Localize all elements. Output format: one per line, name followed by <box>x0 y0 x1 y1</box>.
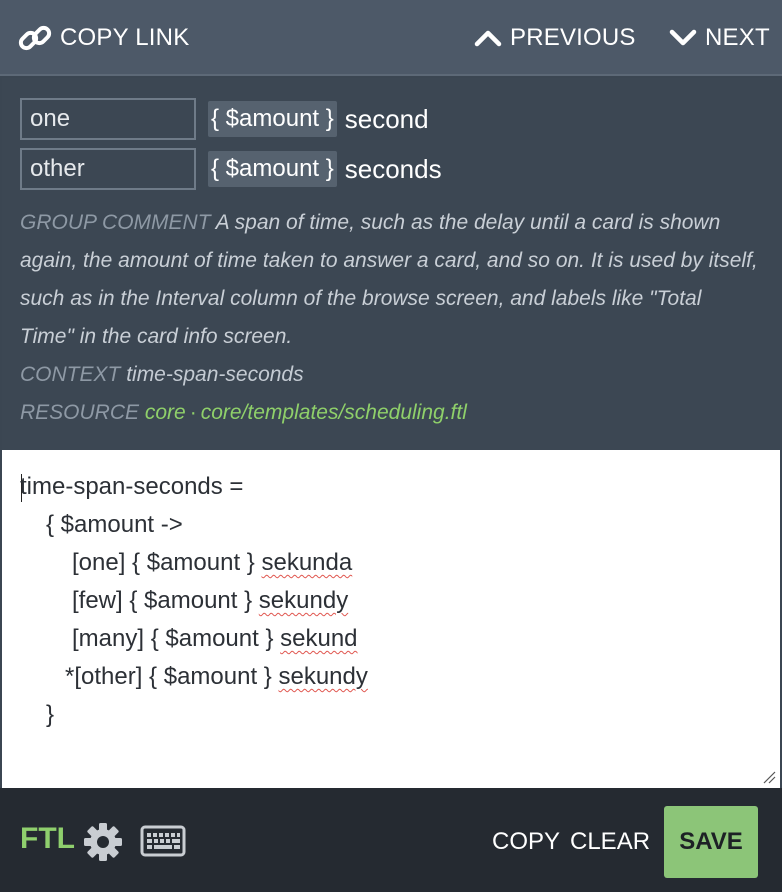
copy-link-label: COPY LINK <box>60 24 190 51</box>
code-text: } <box>46 701 55 728</box>
misspelled-word: sekund <box>280 625 358 652</box>
copy-button[interactable]: COPY <box>492 828 560 856</box>
editor-line: [many] { $amount } sekund <box>72 620 358 658</box>
plural-variant-other: other { $amount } seconds <box>20 148 442 190</box>
chevron-down-icon <box>669 28 697 48</box>
code-text: [few] { $amount } <box>72 587 259 614</box>
next-button[interactable]: NEXT <box>669 0 770 76</box>
context-row: CONTEXT time-span-seconds <box>20 356 760 394</box>
resize-grip-icon[interactable] <box>762 770 776 784</box>
save-button[interactable]: SAVE <box>664 806 758 878</box>
resource-separator: · <box>189 401 197 424</box>
context-key: CONTEXT <box>20 363 121 386</box>
resource-path-link[interactable]: core/templates/scheduling.ftl <box>201 401 467 424</box>
editor-line: time-span-seconds = <box>20 468 243 506</box>
code-text: { $amount -> <box>46 511 183 538</box>
resource-row: RESOURCE core · core/templates/scheduling.… <box>20 394 760 432</box>
translation-editor[interactable]: time-span-seconds = { $amount -> [one] {… <box>2 450 780 788</box>
keyboard-icon[interactable] <box>140 825 186 862</box>
group-comment: GROUP COMMENT A span of time, such as th… <box>20 204 760 356</box>
previous-button[interactable]: PREVIOUS <box>474 0 636 76</box>
placeable: { $amount } <box>208 151 337 187</box>
editor-line: *[other] { $amount } sekundy <box>65 658 368 696</box>
editor-line: [few] { $amount } sekundy <box>72 582 348 620</box>
next-label: NEXT <box>705 24 770 51</box>
code-text: *[other] { $amount } <box>65 663 279 690</box>
chevron-up-icon <box>474 28 502 48</box>
variant-text: seconds <box>344 153 442 184</box>
misspelled-word: sekunda <box>261 549 353 576</box>
link-icon <box>18 21 52 55</box>
variant-label: other <box>20 148 196 190</box>
gear-icon[interactable] <box>83 822 123 867</box>
clear-button[interactable]: CLEAR <box>570 828 650 856</box>
context-value: time-span-seconds <box>126 363 304 386</box>
variant-label: one <box>20 98 196 140</box>
code-text: [one] { $amount } <box>72 549 262 576</box>
variant-text: second <box>344 103 429 134</box>
editor-line: } <box>46 696 54 734</box>
editor-footer: FTL COPY CLEAR SAVE <box>0 788 782 892</box>
code-text: time-span-seconds = <box>20 473 244 500</box>
previous-label: PREVIOUS <box>510 24 636 51</box>
ftl-syntax-label: FTL <box>20 822 75 855</box>
resource-key: RESOURCE <box>20 401 140 424</box>
code-text: [many] { $amount } <box>72 625 281 652</box>
resource-project-link[interactable]: core <box>145 401 186 424</box>
misspelled-word: sekundy <box>258 587 349 614</box>
copy-link-button[interactable]: COPY LINK <box>18 0 189 76</box>
group-comment-key: GROUP COMMENT <box>20 211 211 234</box>
misspelled-word: sekundy <box>278 663 368 690</box>
placeable: { $amount } <box>208 101 337 137</box>
original-string-panel: one { $amount } second other { $amount }… <box>2 78 780 450</box>
editor-line: { $amount -> <box>46 506 183 544</box>
editor-toolbar: COPY LINK PREVIOUS NEXT <box>0 0 782 76</box>
editor-line: [one] { $amount } sekunda <box>72 544 352 582</box>
plural-variant-one: one { $amount } second <box>20 98 429 140</box>
